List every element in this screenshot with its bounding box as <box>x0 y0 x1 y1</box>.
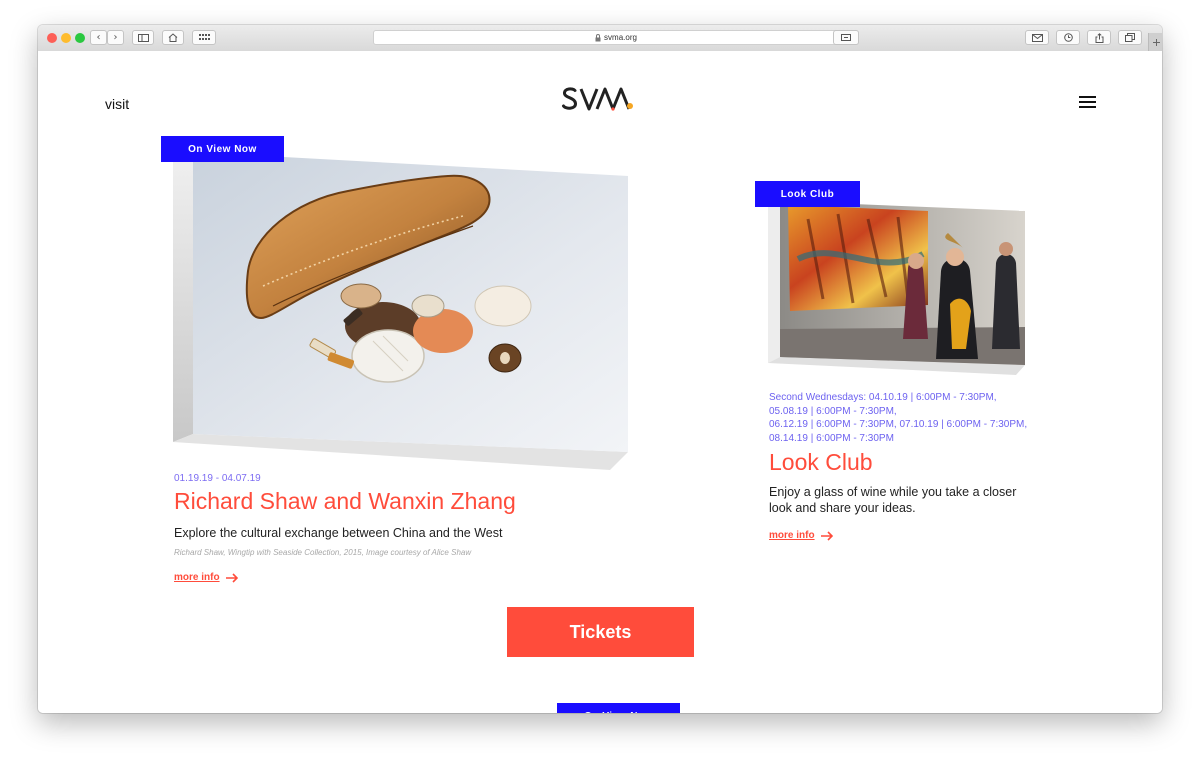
look-club-badge: Look Club <box>755 181 860 207</box>
page-content: visit On View Now 01.19.19 - 04.07.19 Ri… <box>38 51 1162 713</box>
logo-mark <box>562 87 633 111</box>
featured-exhibition-image[interactable] <box>173 146 629 476</box>
apps-grid-button[interactable] <box>192 30 216 45</box>
close-window-button[interactable] <box>47 33 57 43</box>
reader-button[interactable] <box>833 30 859 45</box>
more-info-label: more info <box>174 572 220 583</box>
exhibition-dates: 01.19.19 - 04.07.19 <box>174 473 261 484</box>
tabs-button[interactable] <box>1118 30 1142 45</box>
arrow-right-icon <box>225 572 238 583</box>
url-text: svma.org <box>604 33 637 42</box>
sidebar-icon <box>137 33 149 42</box>
tickets-button[interactable]: Tickets <box>507 607 694 657</box>
zoom-window-button[interactable] <box>75 33 85 43</box>
minimize-window-button[interactable] <box>61 33 71 43</box>
clock-icon <box>1063 33 1073 42</box>
new-tab-button[interactable] <box>1148 33 1162 51</box>
schedule-line: Second Wednesdays: 04.10.19 | 6:00PM - 7… <box>769 392 997 403</box>
back-button[interactable]: ‹ <box>90 30 107 45</box>
address-bar[interactable]: svma.org <box>373 30 859 45</box>
svma-logo[interactable] <box>560 85 640 115</box>
forward-button[interactable]: › <box>107 30 124 45</box>
lock-icon <box>595 33 601 41</box>
on-view-now-badge: On View Now <box>161 136 284 162</box>
arrow-right-icon <box>820 530 833 541</box>
home-icon <box>168 33 178 42</box>
visit-link[interactable]: visit <box>105 96 129 112</box>
chevron-right-icon: › <box>113 32 118 43</box>
share-button[interactable] <box>1087 30 1111 45</box>
look-club-title[interactable]: Look Club <box>769 449 873 476</box>
chevron-left-icon: ‹ <box>96 32 101 43</box>
exhibition-description: Explore the cultural exchange between Ch… <box>174 526 503 540</box>
menu-line <box>1079 101 1096 103</box>
look-club-more-info-link[interactable]: more info <box>769 530 833 541</box>
schedule-line: 05.08.19 | 6:00PM - 7:30PM, <box>769 405 897 417</box>
mail-icon <box>1031 33 1043 42</box>
browser-window: ‹ › svma.org visit On View Now 01.19.19 … <box>38 25 1162 713</box>
exhibition-title[interactable]: Richard Shaw and Wanxin Zhang <box>174 488 516 515</box>
sidebar-button[interactable] <box>132 30 154 45</box>
menu-line <box>1079 96 1096 98</box>
schedule-line: 08.14.19 | 6:00PM - 7:30PM <box>769 432 894 444</box>
plus-icon <box>1152 38 1160 46</box>
look-club-description: Enjoy a glass of wine while you take a c… <box>769 485 1017 515</box>
image-caption: Richard Shaw, Wingtip with Seaside Colle… <box>174 548 472 557</box>
mail-button[interactable] <box>1025 30 1049 45</box>
look-club-image[interactable] <box>768 199 1028 379</box>
menu-button[interactable] <box>1079 96 1096 108</box>
reader-icon <box>841 34 851 41</box>
schedule-line: 06.12.19 | 6:00PM - 7:30PM, 07.10.19 | 6… <box>769 419 1028 430</box>
home-button[interactable] <box>162 30 184 45</box>
menu-line <box>1079 106 1096 108</box>
share-icon <box>1095 32 1103 43</box>
more-info-label: more info <box>769 530 815 541</box>
on-view-now-badge-bottom: On View Now <box>557 703 680 713</box>
history-button[interactable] <box>1056 30 1080 45</box>
browser-toolbar: ‹ › svma.org <box>38 25 1162 52</box>
tabs-icon <box>1125 33 1135 42</box>
look-club-schedule: Second Wednesdays: 04.10.19 | 6:00PM - 7… <box>769 391 1039 445</box>
grid-icon <box>198 34 210 40</box>
exhibition-more-info-link[interactable]: more info <box>174 572 238 583</box>
